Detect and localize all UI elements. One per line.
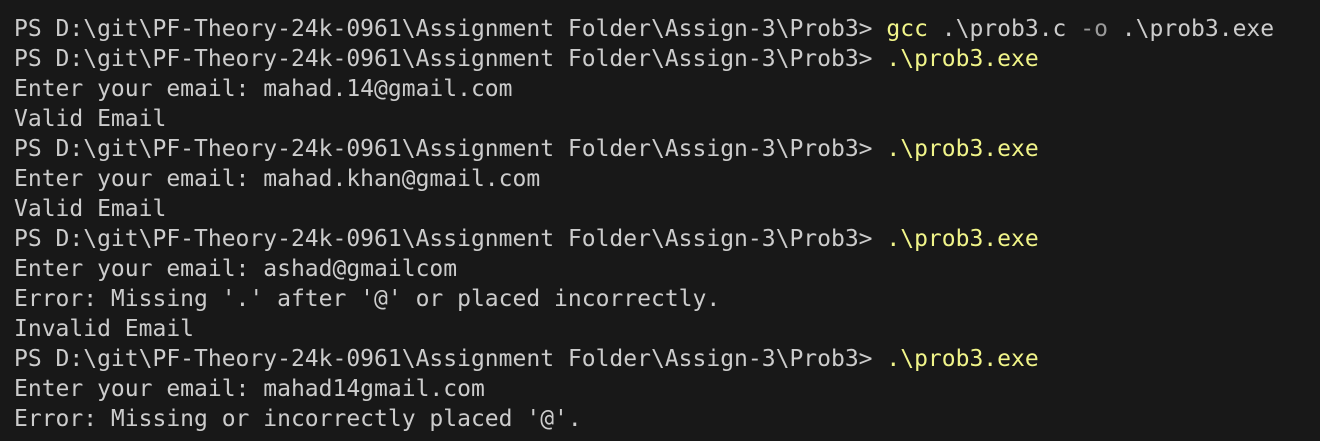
error-line: Error: Missing or incorrectly placed '@'… [14,406,582,432]
command-line: PS D:\git\PF-Theory-24k-0961\Assignment … [14,224,1320,254]
command-name: .\prob3.exe [886,136,1039,162]
command-name: .\prob3.exe [886,46,1039,72]
command-arg: .\prob3.exe [1107,16,1275,42]
output-line: Enter your email: mahad.khan@gmail.com [14,166,541,192]
output-line: Enter your email: mahad.14@gmail.com [14,76,513,102]
command-line: PS D:\git\PF-Theory-24k-0961\Assignment … [14,44,1320,74]
prompt-text: PS D:\git\PF-Theory-24k-0961\Assignment … [14,226,887,252]
command-line-gcc: PS D:\git\PF-Theory-24k-0961\Assignment … [14,14,1320,44]
command-name: .\prob3.exe [886,346,1039,372]
output-line: Valid Email [14,196,167,222]
prompt-text: PS D:\git\PF-Theory-24k-0961\Assignment … [14,16,887,42]
output-line: Invalid Email [14,316,195,342]
terminal-panel[interactable]: PS D:\git\PF-Theory-24k-0961\Assignment … [0,0,1320,441]
prompt-text: PS D:\git\PF-Theory-24k-0961\Assignment … [14,346,887,372]
command-flag: -o [1080,16,1108,42]
prompt-text: PS D:\git\PF-Theory-24k-0961\Assignment … [14,46,887,72]
command-name: gcc [886,16,928,42]
output-line: Valid Email [14,106,167,132]
prompt-text: PS D:\git\PF-Theory-24k-0961\Assignment … [14,136,887,162]
command-line: PS D:\git\PF-Theory-24k-0961\Assignment … [14,134,1320,164]
error-line: Error: Missing '.' after '@' or placed i… [14,286,721,312]
output-line: Enter your email: mahad14gmail.com [14,376,485,402]
command-line: PS D:\git\PF-Theory-24k-0961\Assignment … [14,344,1320,374]
command-arg: .\prob3.c [927,16,1081,42]
command-name: .\prob3.exe [886,226,1039,252]
output-line: Enter your email: ashad@gmailcom [14,256,458,282]
